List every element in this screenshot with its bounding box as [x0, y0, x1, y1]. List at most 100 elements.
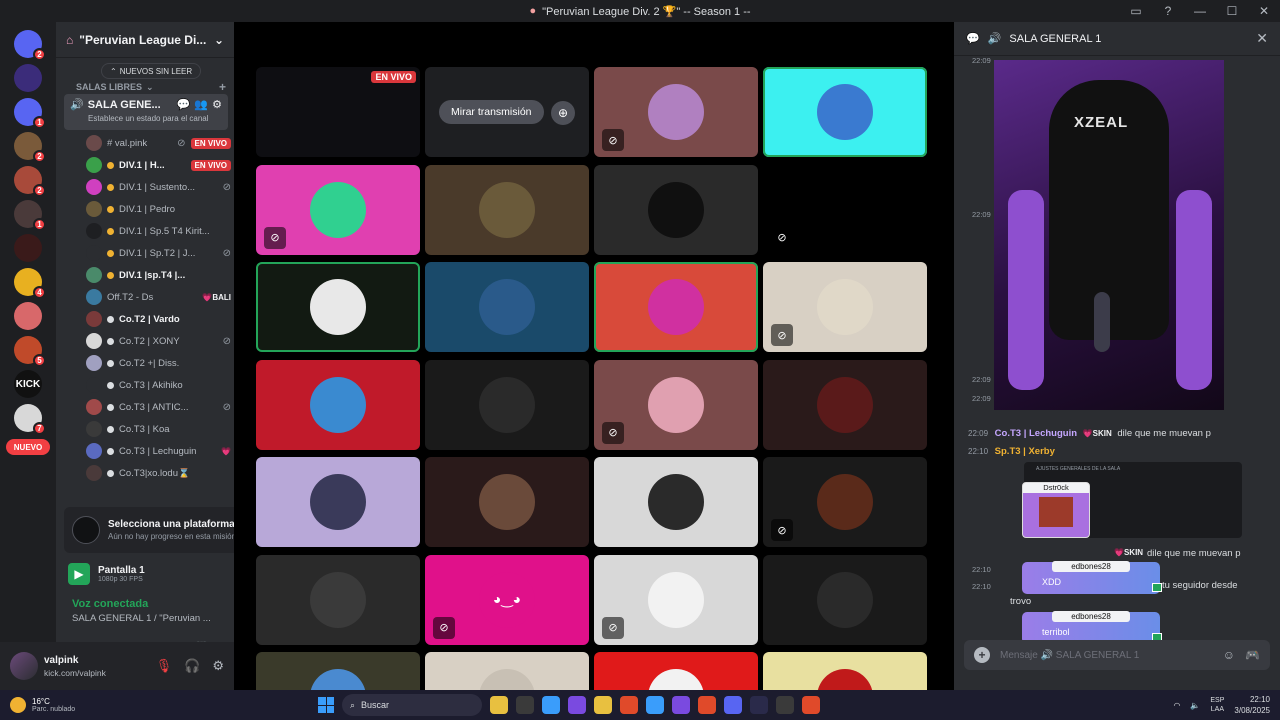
taskbar-app-icon[interactable] — [542, 696, 560, 714]
wifi-icon[interactable]: ◠ — [1173, 701, 1180, 710]
guild-header[interactable]: ⌂ "Peruvian League Di... ⌄ — [56, 22, 234, 58]
add-attachment-icon[interactable]: + — [974, 647, 990, 663]
help-icon[interactable]: ? — [1152, 4, 1184, 18]
volume-icon[interactable]: 🔈 — [1190, 701, 1200, 710]
voice-member[interactable]: Co.T3 | ANTIC... ⊘ — [86, 396, 231, 418]
participant-tile[interactable] — [425, 359, 589, 450]
taskbar-app-icon[interactable] — [672, 696, 690, 714]
participant-tile[interactable] — [763, 652, 927, 690]
participant-tile[interactable] — [425, 164, 589, 255]
participant-tile[interactable]: ◕‿◕ ⊘ — [425, 554, 589, 645]
server-icon[interactable] — [14, 234, 42, 262]
server-icon[interactable]: 4 — [14, 268, 46, 299]
server-icon[interactable] — [14, 64, 42, 92]
taskbar-app-icon[interactable] — [750, 696, 768, 714]
server-icon[interactable]: KICK — [14, 370, 42, 398]
participant-tile[interactable]: ⊘ — [763, 164, 927, 255]
participant-tile[interactable]: ⊘ — [256, 164, 420, 255]
participant-tile[interactable] — [594, 457, 758, 547]
category-header[interactable]: SALAS LIBRES ⌄ + — [76, 80, 226, 94]
add-channel-icon[interactable]: + — [219, 80, 226, 94]
taskbar-app-icon[interactable] — [802, 696, 820, 714]
voice-member[interactable]: # val.pink ⊘ EN VIVO — [86, 132, 231, 154]
participant-tile[interactable] — [256, 262, 420, 352]
watch-stream-button[interactable]: Mirar transmisión — [439, 100, 544, 124]
voice-member[interactable]: DIV.1 | Sustento... ⊘ — [86, 176, 231, 198]
participant-tile[interactable]: ⊘ — [763, 457, 927, 547]
voice-channel-link[interactable]: SALA GENERAL 1 / "Peruvian ... — [64, 613, 234, 624]
msg-author[interactable]: Sp.T3 | Xerby — [995, 446, 1055, 457]
participant-tile[interactable] — [256, 457, 420, 547]
avatar[interactable] — [10, 652, 38, 680]
participant-tile[interactable] — [425, 652, 589, 690]
close-button[interactable]: ✕ — [1248, 4, 1280, 18]
unread-jump-pill[interactable]: ⌃ NUEVOS SIN LEER — [102, 64, 201, 78]
server-icon[interactable]: 7 — [14, 404, 46, 435]
participant-tile[interactable] — [594, 262, 758, 352]
server-icon[interactable]: 2 — [14, 166, 46, 197]
participant-tile[interactable] — [256, 359, 420, 450]
participant-tile[interactable] — [594, 652, 758, 690]
channel-status[interactable]: Establece un estado para el canal — [64, 111, 228, 123]
server-icon[interactable]: 1 — [14, 98, 46, 129]
voice-member[interactable]: Co.T3 | Lechuguin 💗 — [86, 440, 231, 462]
stream-preview-image[interactable]: XZEAL — [994, 60, 1224, 410]
message-input[interactable]: + Mensaje 🔊 SALA GENERAL 1 ☺ 🎮 — [964, 640, 1270, 670]
voice-member[interactable]: DIV.1 |sp.T4 |... — [86, 264, 231, 286]
inbox-icon[interactable]: ▭ — [1120, 4, 1152, 18]
taskbar-app-icon[interactable] — [490, 696, 508, 714]
participant-tile[interactable] — [256, 652, 420, 690]
participant-tile[interactable]: ⊘ — [594, 359, 758, 450]
server-icon[interactable]: 2 — [14, 132, 46, 163]
voice-member[interactable]: DIV.1 | Sp.T2 | J... ⊘ — [86, 242, 231, 264]
username[interactable]: valpink — [44, 655, 106, 666]
voice-member[interactable]: Co.T2 | Vardo — [86, 308, 231, 330]
taskbar-search[interactable]: ⌕ Buscar — [342, 694, 482, 716]
msg-author[interactable]: Co.T3 | Lechuguin — [995, 428, 1077, 439]
language-indicator[interactable]: ESP LAA — [1210, 696, 1224, 714]
participant-tile[interactable]: ⊘ — [594, 67, 758, 157]
voice-member[interactable]: DIV.1 | Sp.5 T4 Kirit... — [86, 220, 231, 242]
windows-start-icon[interactable] — [318, 697, 334, 713]
mic-muted-icon[interactable]: 🎙 — [156, 658, 173, 674]
server-icon[interactable] — [14, 302, 42, 330]
voice-channel-sala-general[interactable]: 🔊 SALA GENE... 💬 👥 ⚙ Establece un estado… — [64, 94, 228, 130]
participant-tile[interactable] — [763, 554, 927, 645]
add-stream-icon[interactable]: ⊕ — [551, 101, 575, 125]
gamepad-icon[interactable]: 🎮 — [1245, 648, 1260, 662]
taskbar-app-icon[interactable] — [568, 696, 586, 714]
participant-tile[interactable]: ⊘ — [763, 262, 927, 352]
clock[interactable]: 22:10 3/08/2025 — [1234, 694, 1270, 716]
participant-tile[interactable] — [594, 164, 758, 255]
taskbar-app-icon[interactable] — [620, 696, 638, 714]
voice-member[interactable]: Co.T3 | Akihiko — [86, 374, 231, 396]
server-icon[interactable]: 1 — [14, 200, 46, 231]
headphones-icon[interactable]: 🎧 — [184, 658, 200, 674]
chat-bubble-icon[interactable]: 💬 — [177, 98, 191, 111]
participant-tile[interactable] — [425, 457, 589, 547]
voice-member[interactable]: Co.T2 | XONY ⊘ — [86, 330, 231, 352]
participant-tile[interactable]: ⊘ — [594, 554, 758, 645]
participant-tile[interactable] — [256, 554, 420, 645]
participant-tile[interactable] — [425, 262, 589, 352]
voice-member[interactable]: DIV.1 | Pedro — [86, 198, 231, 220]
emoji-icon[interactable]: ☺ — [1223, 648, 1235, 662]
taskbar-app-icon[interactable] — [776, 696, 794, 714]
taskbar-app-icon[interactable] — [594, 696, 612, 714]
taskbar-app-icon[interactable] — [698, 696, 716, 714]
participant-tile[interactable] — [763, 359, 927, 450]
quest-card[interactable]: Selecciona una plataforma Aún no hay pro… — [64, 507, 234, 553]
taskbar-app-icon[interactable] — [516, 696, 534, 714]
participant-tile[interactable] — [763, 67, 927, 157]
close-icon[interactable]: ✕ — [1256, 30, 1268, 47]
voice-member[interactable]: Co.T3 | Koa — [86, 418, 231, 440]
server-icon[interactable]: 2 — [14, 30, 46, 61]
server-icon[interactable]: 5 — [14, 336, 46, 367]
participant-tile[interactable]: Mirar transmisión ⊕ — [425, 67, 589, 157]
voice-member[interactable]: Co.T3|xo.lodu⌛ — [86, 462, 231, 484]
minimize-button[interactable]: — — [1184, 4, 1216, 18]
taskbar-app-icon[interactable] — [724, 696, 742, 714]
new-servers-badge[interactable]: NUEVO — [6, 439, 50, 455]
taskbar-app-icon[interactable] — [646, 696, 664, 714]
voice-member[interactable]: Co.T2 +| Diss. — [86, 352, 231, 374]
